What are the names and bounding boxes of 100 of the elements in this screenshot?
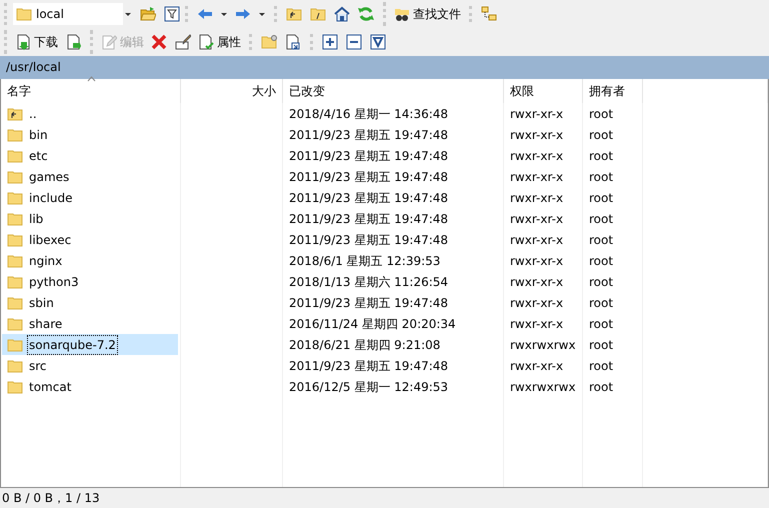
file-row[interactable]: share bbox=[2, 313, 178, 334]
status-text: 0 B / 0 B，1 / 13 bbox=[1, 490, 101, 507]
file-row[interactable]: .. bbox=[2, 103, 178, 124]
forward-arrow-icon[interactable] bbox=[235, 6, 251, 22]
date-cell-text: 2016/12/5 星期一 12:49:53 bbox=[289, 378, 448, 396]
owner-cell-text: root bbox=[589, 274, 614, 290]
date-cell-text: 2018/6/21 星期四 9:21:08 bbox=[289, 336, 440, 354]
caret-icon[interactable] bbox=[221, 12, 227, 16]
filter-icon[interactable] bbox=[370, 34, 386, 50]
parent-folder-icon[interactable] bbox=[286, 6, 302, 22]
file-row[interactable]: games bbox=[2, 166, 178, 187]
permissions-cell-text: rwxr-xr-x bbox=[510, 274, 564, 290]
date-cell-text: 2011/9/23 星期五 19:47:48 bbox=[289, 190, 448, 206]
file-row[interactable]: sbin bbox=[2, 292, 178, 313]
folder-icon bbox=[7, 336, 23, 352]
file-row[interactable]: lib bbox=[2, 208, 178, 229]
permissions-cell-text: rwxr-xr-x bbox=[510, 190, 564, 206]
file-row[interactable]: tomcat bbox=[2, 376, 178, 397]
permissions-cell-text: rwxr-xr-x bbox=[510, 106, 564, 122]
back-arrow-icon[interactable] bbox=[197, 6, 213, 22]
owner-cell-text: root bbox=[589, 252, 614, 270]
folder-icon bbox=[7, 168, 23, 184]
path-dropdown[interactable]: local bbox=[13, 3, 123, 25]
folder-icon bbox=[7, 252, 23, 268]
permissions-cell-text: rwxr-xr-x bbox=[510, 358, 564, 374]
new-folder-icon[interactable] bbox=[261, 34, 277, 50]
file-row[interactable]: include bbox=[2, 187, 178, 208]
delete-icon[interactable] bbox=[151, 34, 167, 50]
date-cell-text: 2011/9/23 星期五 19:47:48 bbox=[289, 294, 448, 312]
owner-cell-text: root bbox=[589, 336, 614, 354]
owner-cell-text: root bbox=[589, 378, 614, 396]
permissions-cell-text: rwxrwxrwx bbox=[510, 336, 576, 354]
folder-icon bbox=[7, 210, 23, 226]
folder-icon bbox=[16, 6, 32, 22]
permissions-cell-text: rwxr-xr-x bbox=[510, 252, 564, 270]
folder-icon bbox=[7, 274, 23, 290]
permissions-cell-text: rwxrwxrwx bbox=[510, 378, 576, 396]
file-row[interactable]: bin bbox=[2, 124, 178, 145]
owner-cell-text: root bbox=[589, 358, 614, 374]
folder-icon bbox=[7, 126, 23, 142]
owner-cell-text: root bbox=[589, 294, 614, 312]
folder-tree-icon[interactable] bbox=[481, 6, 497, 22]
owner-cell-text: root bbox=[589, 316, 614, 332]
date-cell-text: 2011/9/23 星期五 19:47:48 bbox=[289, 358, 448, 374]
properties-button[interactable]: 属性 bbox=[196, 30, 243, 54]
filter-icon[interactable] bbox=[164, 6, 180, 22]
date-cell-text: 2018/4/16 星期一 14:36:48 bbox=[289, 106, 448, 122]
rename-icon[interactable] bbox=[175, 34, 191, 50]
path-bar: /usr/local bbox=[0, 56, 769, 79]
permissions-cell-text: rwxr-xr-x bbox=[510, 210, 564, 228]
root-folder-icon[interactable] bbox=[310, 6, 326, 22]
file-row[interactable]: src bbox=[2, 355, 178, 376]
refresh-icon[interactable] bbox=[358, 6, 374, 22]
download-icon[interactable] bbox=[65, 34, 81, 50]
folder-icon bbox=[7, 148, 23, 164]
pencil-icon bbox=[101, 34, 117, 50]
file-row[interactable]: nginx bbox=[2, 250, 178, 271]
file-row[interactable]: python3 bbox=[2, 271, 178, 292]
date-cell-text: 2011/9/23 星期五 19:47:48 bbox=[289, 210, 448, 228]
parent-folder-icon bbox=[7, 106, 23, 122]
download-icon bbox=[15, 34, 31, 50]
file-row[interactable]: etc bbox=[2, 145, 178, 166]
find-files-button[interactable]: 查找文件 bbox=[392, 2, 463, 26]
folder-icon bbox=[7, 378, 23, 394]
permissions-cell-text: rwxr-xr-x bbox=[510, 316, 564, 332]
owner-cell-text: root bbox=[589, 106, 614, 122]
permissions-cell-text: rwxr-xr-x bbox=[510, 126, 564, 144]
dropdown-caret-icon bbox=[125, 12, 131, 16]
folder-icon bbox=[7, 294, 23, 310]
permissions-cell-text: rwxr-xr-x bbox=[510, 232, 564, 248]
owner-cell-text: root bbox=[589, 168, 614, 186]
owner-cell-text: root bbox=[589, 190, 614, 206]
shortcut-icon[interactable] bbox=[285, 34, 301, 50]
download-button[interactable]: 下载 bbox=[13, 30, 60, 54]
date-cell-text: 2018/1/13 星期六 11:26:54 bbox=[289, 274, 448, 290]
folder-icon bbox=[7, 190, 23, 206]
date-cell-text: 2011/9/23 星期五 19:47:48 bbox=[289, 232, 448, 248]
permissions-cell-text: rwxr-xr-x bbox=[510, 168, 564, 186]
date-cell-text: 2018/6/1 星期五 12:39:53 bbox=[289, 252, 440, 270]
folder-icon bbox=[7, 358, 23, 374]
permissions-cell-text: rwxr-xr-x bbox=[510, 148, 564, 164]
owner-cell-text: root bbox=[589, 232, 614, 248]
folder-icon[interactable] bbox=[140, 6, 156, 22]
date-cell-text: 2016/11/24 星期四 20:20:34 bbox=[289, 316, 456, 332]
home-icon[interactable] bbox=[334, 6, 350, 22]
minus-icon[interactable] bbox=[346, 34, 362, 50]
date-cell-text: 2011/9/23 星期五 19:47:48 bbox=[289, 126, 448, 144]
owner-cell-text: root bbox=[589, 210, 614, 228]
caret-icon[interactable] bbox=[259, 12, 265, 16]
file-row[interactable]: libexec bbox=[2, 229, 178, 250]
plus-icon[interactable] bbox=[322, 34, 338, 50]
date-cell-text: 2011/9/23 星期五 19:47:48 bbox=[289, 148, 448, 164]
permissions-cell-text: rwxr-xr-x bbox=[510, 294, 564, 312]
folder-icon bbox=[7, 316, 23, 332]
file-row[interactable]: sonarqube-7.2 bbox=[2, 334, 178, 355]
folder-icon bbox=[7, 232, 23, 248]
date-cell-text: 2011/9/23 星期五 19:47:48 bbox=[289, 168, 448, 186]
properties-icon bbox=[198, 34, 214, 50]
owner-cell-text: root bbox=[589, 148, 614, 164]
owner-cell-text: root bbox=[589, 126, 614, 144]
